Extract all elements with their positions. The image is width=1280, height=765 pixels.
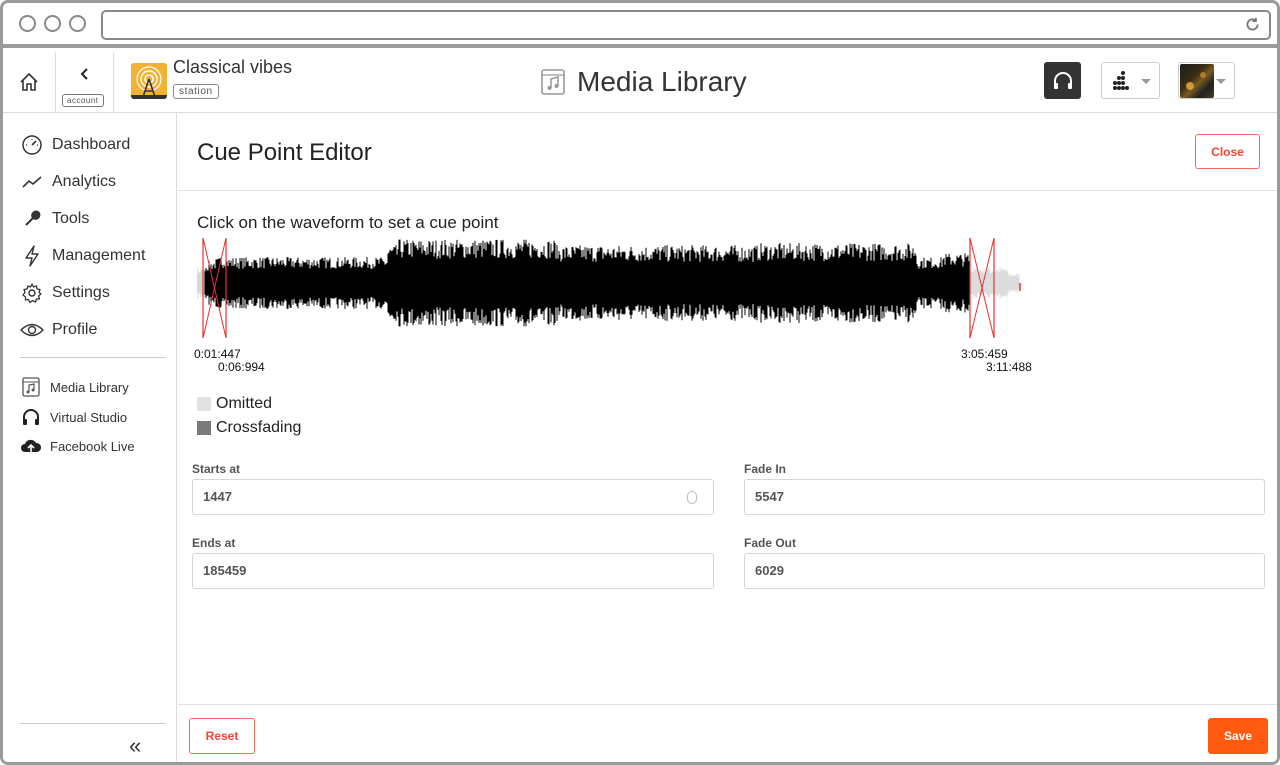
starts-at-label: Starts at xyxy=(192,462,241,476)
headphones-icon xyxy=(1053,71,1072,89)
sidebar: Dashboard Analytics Tools Management Set… xyxy=(3,113,177,762)
station-logo[interactable] xyxy=(131,63,167,99)
legend-label: Omitted xyxy=(216,395,273,412)
waveform-instruction: Click on the waveform to set a cue point xyxy=(197,213,499,232)
collapse-sidebar-button[interactable]: « xyxy=(129,733,141,759)
fade-in-label: Fade In xyxy=(744,462,787,476)
wrench-icon xyxy=(25,210,41,226)
lightning-icon xyxy=(25,245,39,267)
page-title: Media Library xyxy=(577,66,747,97)
sidebar-divider xyxy=(20,723,166,724)
cue-point-editor: Cue Point Editor Close Click on the wave… xyxy=(178,113,1277,762)
chevron-down-icon xyxy=(1216,79,1226,84)
omitted-region-end xyxy=(966,267,1020,299)
virtual-studio-button[interactable] xyxy=(1044,62,1081,99)
music-file-icon xyxy=(22,377,40,397)
sidebar-item-profile[interactable]: Profile xyxy=(20,318,97,342)
station-name[interactable]: Classical vibes xyxy=(173,57,292,78)
trend-line-icon xyxy=(22,176,42,188)
reload-icon[interactable] xyxy=(1244,16,1261,33)
radio-tower-icon xyxy=(131,63,167,99)
sidebar-item-dashboard[interactable]: Dashboard xyxy=(20,133,130,157)
chevron-down-icon xyxy=(1141,79,1151,84)
cue-time-start: 0:01:447 xyxy=(194,347,241,361)
legend-swatch xyxy=(197,397,211,411)
sidebar-item-tools[interactable]: Tools xyxy=(20,207,89,231)
sidebar-item-virtual-studio[interactable]: Virtual Studio xyxy=(20,406,127,428)
account-tag: account xyxy=(62,94,104,107)
gauge-icon xyxy=(22,135,42,155)
home-icon xyxy=(20,72,38,91)
sidebar-item-analytics[interactable]: Analytics xyxy=(20,170,116,194)
app-header: account Classical vibes station Media Li… xyxy=(3,52,1277,113)
legend-omitted: Omitted xyxy=(197,395,272,413)
sidebar-item-facebook-live[interactable]: Facebook Live xyxy=(20,435,135,457)
close-button[interactable]: Close xyxy=(1195,134,1260,169)
starts-at-value: 1447 xyxy=(203,489,232,504)
fade-out-value: 6029 xyxy=(755,563,784,578)
address-bar[interactable] xyxy=(101,10,1271,40)
cue-time-fade-in: 0:06:994 xyxy=(218,360,265,374)
chevron-left-icon xyxy=(80,68,88,80)
sidebar-item-management[interactable]: Management xyxy=(20,244,145,268)
waveform[interactable] xyxy=(197,233,1027,343)
legend-swatch xyxy=(197,421,211,435)
title-divider xyxy=(178,190,1277,191)
ends-at-input[interactable]: 185459 xyxy=(192,553,714,589)
window-minimize-button[interactable] xyxy=(44,15,61,32)
sidebar-item-label: Tools xyxy=(52,210,90,227)
fade-in-value: 5547 xyxy=(755,489,784,504)
sidebar-item-settings[interactable]: Settings xyxy=(20,281,110,305)
sidebar-item-label: Dashboard xyxy=(52,136,131,153)
apps-dropdown[interactable] xyxy=(1101,62,1160,99)
fade-out-label: Fade Out xyxy=(744,536,797,550)
sidebar-item-media-library[interactable]: Media Library xyxy=(20,376,129,398)
back-to-account-button[interactable]: account xyxy=(56,52,114,112)
sidebar-item-label: Analytics xyxy=(52,173,117,190)
reset-button[interactable]: Reset xyxy=(189,718,255,754)
music-file-icon xyxy=(541,69,565,95)
avatar xyxy=(1180,63,1214,98)
footer-divider xyxy=(178,704,1277,705)
eye-icon xyxy=(20,323,44,337)
editor-title: Cue Point Editor xyxy=(197,139,372,166)
sidebar-divider xyxy=(20,357,166,358)
page-heading: Media Library xyxy=(539,66,747,98)
cue-time-fade-out: 3:05:459 xyxy=(961,347,1008,361)
sidebar-item-label: Management xyxy=(52,247,146,264)
fade-out-input[interactable]: 6029 xyxy=(744,553,1265,589)
window-close-button[interactable] xyxy=(19,15,36,32)
gear-icon xyxy=(22,283,42,304)
user-menu-dropdown[interactable] xyxy=(1178,62,1235,99)
sidebar-item-label: Media Library xyxy=(50,379,129,395)
window-maximize-button[interactable] xyxy=(69,15,86,32)
browser-toolbar xyxy=(3,3,1277,48)
fade-in-input[interactable]: 5547 xyxy=(744,479,1265,515)
headphones-icon xyxy=(23,409,39,425)
cloud-upload-icon xyxy=(21,439,42,452)
waveform-signal xyxy=(204,239,970,327)
legend-crossfading: Crossfading xyxy=(197,419,301,437)
sidebar-item-label: Profile xyxy=(52,321,98,338)
dots-grid-icon xyxy=(1113,70,1129,90)
station-tag: station xyxy=(173,84,219,99)
save-button[interactable]: Save xyxy=(1208,718,1268,754)
home-button[interactable] xyxy=(3,52,56,112)
number-stepper[interactable] xyxy=(687,491,697,504)
legend-label: Crossfading xyxy=(216,419,302,436)
ends-at-label: Ends at xyxy=(192,536,236,550)
sidebar-item-label: Virtual Studio xyxy=(50,409,128,425)
browser-window: account Classical vibes station Media Li… xyxy=(0,0,1280,765)
sidebar-item-label: Settings xyxy=(52,284,110,301)
sidebar-item-label: Facebook Live xyxy=(50,438,135,454)
cue-time-end: 3:11:488 xyxy=(986,360,1032,374)
starts-at-input[interactable]: 1447 xyxy=(192,479,714,515)
ends-at-value: 185459 xyxy=(203,563,247,578)
